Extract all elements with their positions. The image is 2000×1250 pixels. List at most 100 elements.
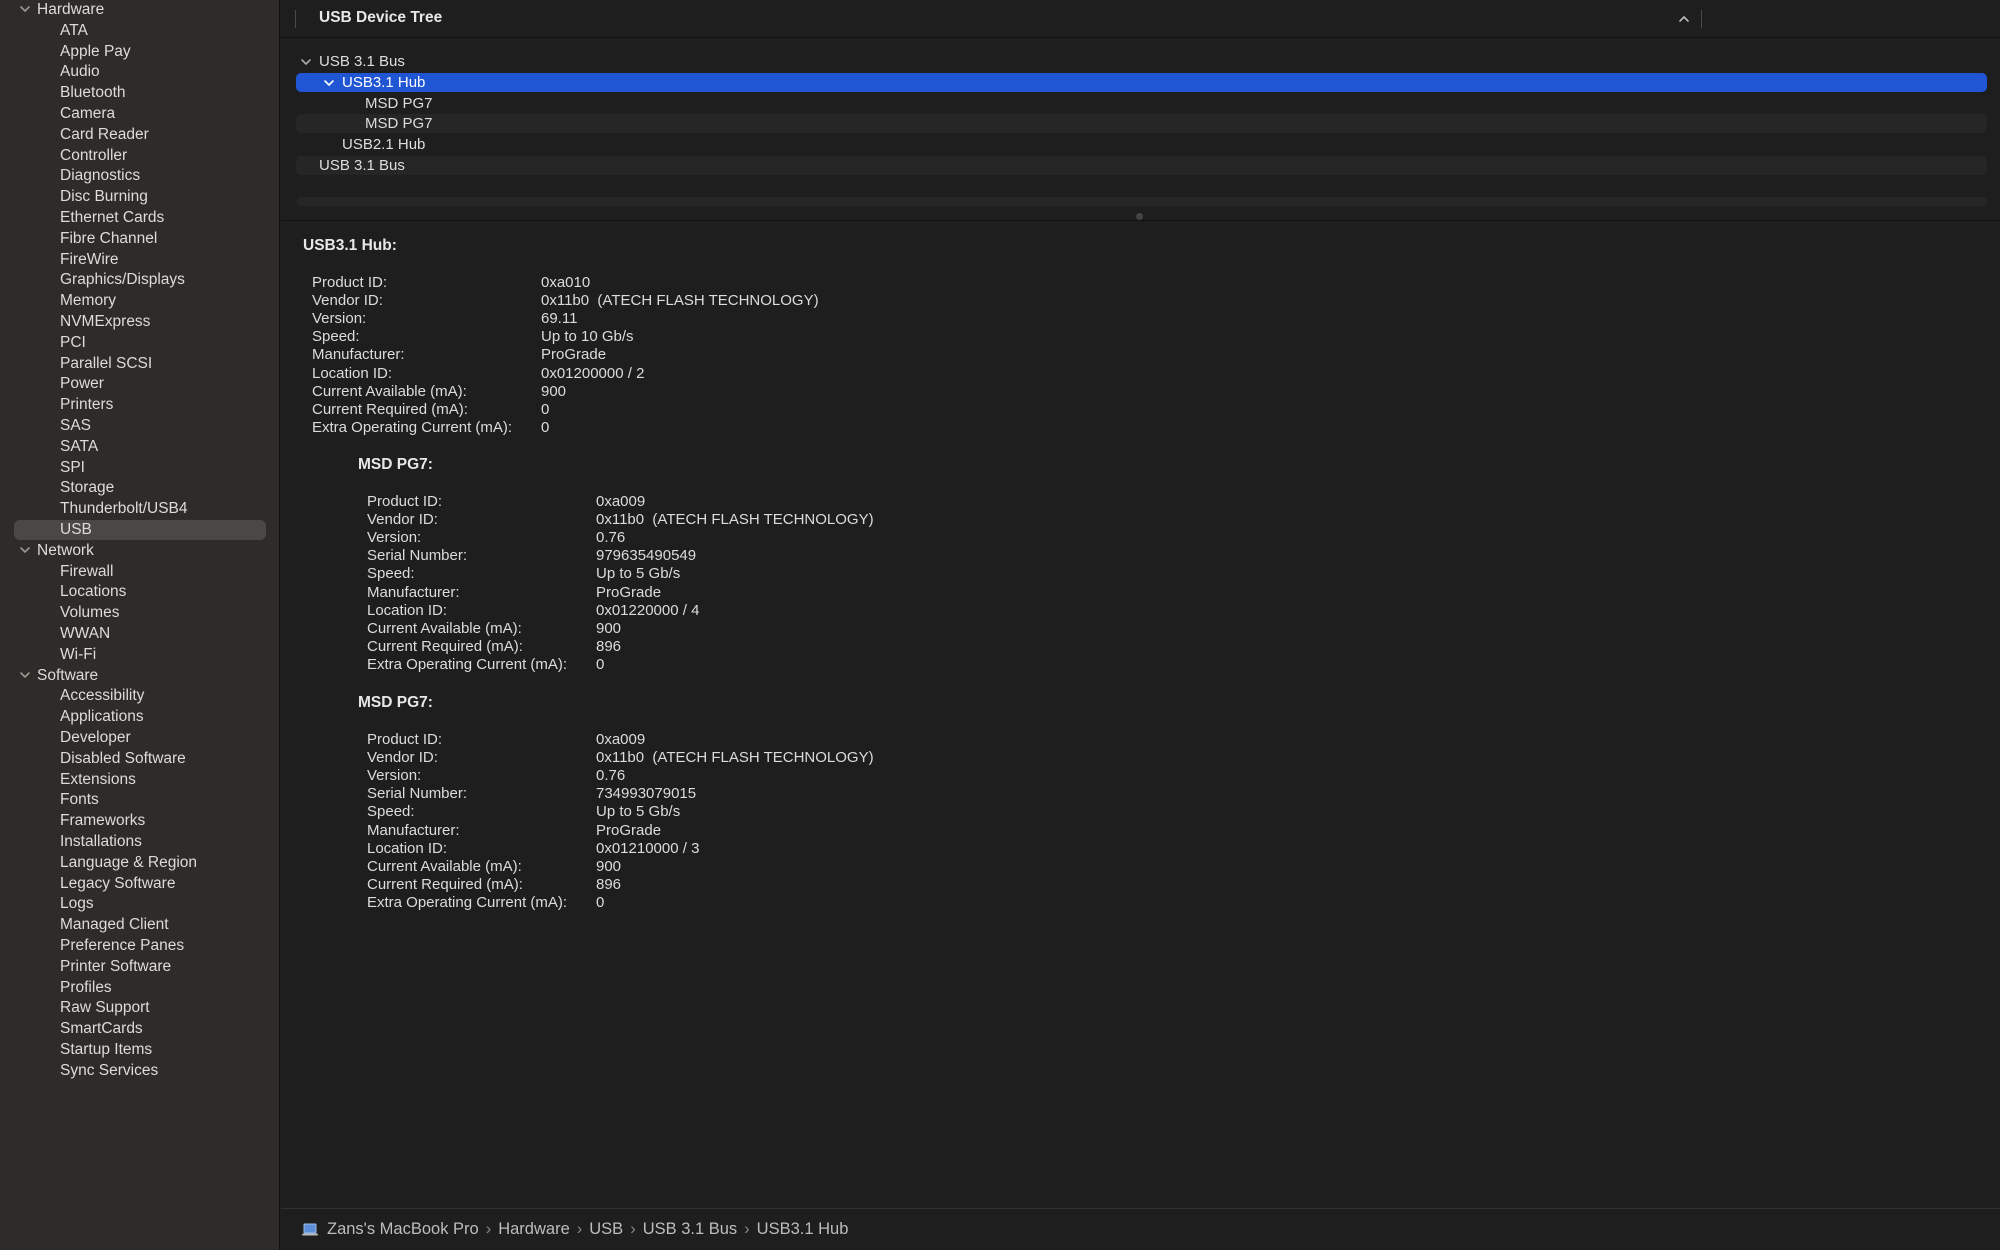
sidebar-item-ethernet-cards[interactable]: Ethernet Cards xyxy=(14,208,266,228)
split-view-divider[interactable] xyxy=(281,212,2000,221)
sidebar-item-managed-client[interactable]: Managed Client xyxy=(14,915,266,935)
detail-field-label: Current Available (mA): xyxy=(367,619,522,637)
sidebar-item-startup-items[interactable]: Startup Items xyxy=(14,1040,266,1060)
detail-field-value: 0 xyxy=(596,893,605,911)
sidebar-item-locations[interactable]: Locations xyxy=(14,582,266,602)
sidebar-section-software[interactable]: Software xyxy=(14,666,266,686)
tree-column-title[interactable]: USB Device Tree xyxy=(319,9,442,27)
sidebar-item-diagnostics[interactable]: Diagnostics xyxy=(14,166,266,186)
chevron-down-icon[interactable] xyxy=(300,56,312,68)
sidebar-item-disabled-software[interactable]: Disabled Software xyxy=(14,749,266,769)
sidebar-item-language-region[interactable]: Language & Region xyxy=(14,853,266,873)
sidebar-item-power[interactable]: Power xyxy=(14,374,266,394)
sidebar-item-logs[interactable]: Logs xyxy=(14,894,266,914)
detail-field-value: 0xa009 xyxy=(596,493,646,510)
sidebar-item-wi-fi[interactable]: Wi-Fi xyxy=(14,645,266,665)
tree-row[interactable]: MSD PG7 xyxy=(296,94,1987,113)
sidebar-item-fibre-channel[interactable]: Fibre Channel xyxy=(14,229,266,249)
sidebar-item-applications[interactable]: Applications xyxy=(14,707,266,727)
breadcrumb-item[interactable]: USB 3.1 Bus xyxy=(643,1220,737,1239)
detail-field-label: Version: xyxy=(367,529,422,547)
sidebar-item-disc-burning[interactable]: Disc Burning xyxy=(14,187,266,207)
sidebar-item-installations[interactable]: Installations xyxy=(14,832,266,852)
sidebar-item-frameworks[interactable]: Frameworks xyxy=(14,811,266,831)
sidebar-item-card-reader[interactable]: Card Reader xyxy=(14,125,266,145)
breadcrumb-item[interactable]: Hardware xyxy=(498,1220,570,1239)
chevron-down-icon[interactable] xyxy=(19,3,31,15)
chevron-down-icon[interactable] xyxy=(19,544,31,556)
sidebar-item-usb[interactable]: USB xyxy=(14,520,266,540)
detail-field-value: 896 xyxy=(596,637,622,655)
sidebar-item-bluetooth[interactable]: Bluetooth xyxy=(14,83,266,103)
detail-section-title: USB3.1 Hub: xyxy=(303,237,397,254)
detail-field-value: ProGrade xyxy=(541,346,607,364)
detail-field-value: 0xa009 xyxy=(596,731,646,748)
sidebar-item-controller[interactable]: Controller xyxy=(14,146,266,166)
detail-field-value: 734993079015 xyxy=(596,785,697,803)
detail-field-label: Location ID: xyxy=(367,601,448,619)
sidebar-section-hardware[interactable]: Hardware xyxy=(14,0,266,20)
sidebar-item-parallel-scsi[interactable]: Parallel SCSI xyxy=(14,354,266,374)
detail-field-label: Vendor ID: xyxy=(312,292,383,310)
detail-field-value: 900 xyxy=(596,857,622,875)
chevron-right-icon: › xyxy=(744,1220,750,1238)
sidebar-item-developer[interactable]: Developer xyxy=(14,728,266,748)
sidebar-item-firewall[interactable]: Firewall xyxy=(14,562,266,582)
sidebar-item-storage[interactable]: Storage xyxy=(14,478,266,498)
sidebar-item-sas[interactable]: SAS xyxy=(14,416,266,436)
sidebar-item-raw-support[interactable]: Raw Support xyxy=(14,998,266,1018)
detail-field-value: 69.11 xyxy=(541,310,578,328)
breadcrumb-item[interactable]: USB xyxy=(589,1220,623,1239)
detail-field-label: Current Required (mA): xyxy=(367,637,523,655)
tree-row[interactable]: USB2.1 Hub xyxy=(296,135,1987,154)
sidebar-item-ata[interactable]: ATA xyxy=(14,21,266,41)
sidebar-item-extensions[interactable]: Extensions xyxy=(14,770,266,790)
sidebar-item-printers[interactable]: Printers xyxy=(14,395,266,415)
sidebar-item-apple-pay[interactable]: Apple Pay xyxy=(14,42,266,62)
detail-field-label: Vendor ID: xyxy=(367,511,438,529)
sidebar-item-graphics-displays[interactable]: Graphics/Displays xyxy=(14,270,266,290)
sidebar-section-label: Hardware xyxy=(37,1,105,18)
sidebar-item-nvmexpress[interactable]: NVMExpress xyxy=(14,312,266,332)
sort-ascending-icon[interactable] xyxy=(1677,12,1691,26)
sidebar-item-firewire[interactable]: FireWire xyxy=(14,250,266,270)
header-divider xyxy=(295,10,296,28)
sidebar-item-fonts[interactable]: Fonts xyxy=(14,790,266,810)
detail-field-label: Current Available (mA): xyxy=(312,382,467,400)
sidebar-item-accessibility[interactable]: Accessibility xyxy=(14,686,266,706)
tree-row[interactable]: USB 3.1 Bus xyxy=(296,52,1987,71)
detail-field-label: Version: xyxy=(367,767,422,785)
sidebar-item-thunderbolt-usb4[interactable]: Thunderbolt/USB4 xyxy=(14,499,266,519)
sidebar-item-printer-software[interactable]: Printer Software xyxy=(14,957,266,977)
sidebar-item-volumes[interactable]: Volumes xyxy=(14,603,266,623)
detail-field-label: Speed: xyxy=(367,565,415,583)
tree-row[interactable]: USB 3.1 Bus xyxy=(296,156,1987,175)
sidebar-section-label: Network xyxy=(37,541,94,559)
breadcrumb-item[interactable]: Zans's MacBook Pro xyxy=(327,1220,479,1239)
sidebar-item-legacy-software[interactable]: Legacy Software xyxy=(14,874,266,894)
sidebar-item-sync-services[interactable]: Sync Services xyxy=(14,1061,266,1081)
sidebar-item-pci[interactable]: PCI xyxy=(14,333,266,353)
sidebar-item-profiles[interactable]: Profiles xyxy=(14,978,266,998)
sidebar-section-label: Software xyxy=(37,666,99,684)
sidebar-item-audio[interactable]: Audio xyxy=(14,62,266,82)
sidebar-item-memory[interactable]: Memory xyxy=(14,291,266,311)
main-content: USB Device Tree USB 3.1 Bus USB3.1 Hub MSD… xyxy=(281,0,2000,1250)
sidebar-item-smartcards[interactable]: SmartCards xyxy=(14,1019,266,1039)
tree-header: USB Device Tree xyxy=(281,0,2000,38)
sidebar-section-network[interactable]: Network xyxy=(14,541,266,561)
tree-row[interactable]: MSD PG7 xyxy=(296,114,1987,134)
sidebar-item-sata[interactable]: SATA xyxy=(14,437,266,457)
sidebar-item-camera[interactable]: Camera xyxy=(14,104,266,124)
breadcrumb-item[interactable]: USB3.1 Hub xyxy=(757,1220,849,1239)
chevron-down-icon[interactable] xyxy=(19,669,31,681)
sidebar-item-wwan[interactable]: WWAN xyxy=(14,624,266,644)
chevron-down-icon[interactable] xyxy=(323,77,335,89)
sidebar-item-spi[interactable]: SPI xyxy=(14,458,266,478)
detail-field-value: 0x01200000 / 2 xyxy=(541,364,645,382)
detail-field-value: 0x01210000 / 3 xyxy=(596,839,700,857)
tree-row[interactable]: USB3.1 Hub xyxy=(296,72,1987,92)
sidebar-item-preference-panes[interactable]: Preference Panes xyxy=(14,936,266,956)
tree-row-label: USB 3.1 Bus xyxy=(319,157,405,174)
split-handle-icon[interactable] xyxy=(1136,213,1143,220)
